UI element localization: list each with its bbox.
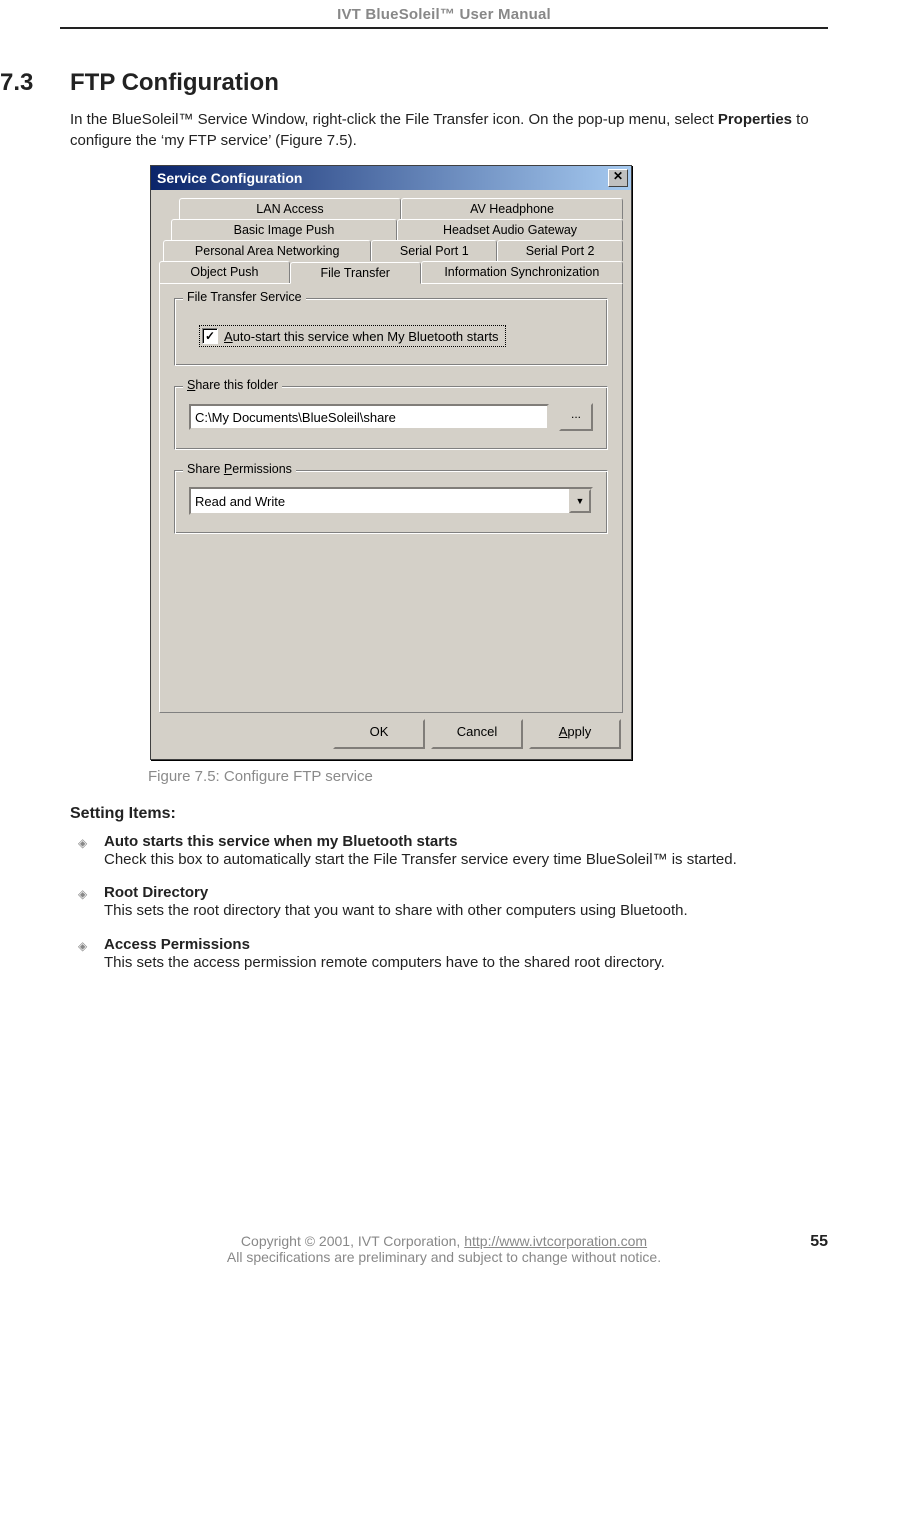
close-button[interactable]: ✕ [608, 169, 628, 187]
service-config-dialog: Service Configuration ✕ LAN Access AV He… [150, 165, 632, 760]
permissions-combo[interactable]: Read and Write ▼ [189, 487, 593, 515]
item-title: Auto starts this service when my Bluetoo… [104, 833, 737, 850]
tab-basic-image-push[interactable]: Basic Image Push [171, 219, 397, 240]
permissions-value: Read and Write [191, 489, 569, 513]
item-title: Access Permissions [104, 936, 665, 953]
item-title: Root Directory [104, 884, 688, 901]
perm-legend: Share Permissions [183, 462, 296, 476]
list-item: ◈ Access Permissions This sets the acces… [78, 936, 828, 973]
intro-text-1: In the BlueSoleil™ Service Window, right… [70, 111, 718, 128]
tab-info-sync[interactable]: Information Synchronization [421, 261, 623, 283]
settings-list: ◈ Auto starts this service when my Bluet… [78, 833, 828, 973]
section-title: FTP Configuration [70, 69, 279, 97]
apply-button[interactable]: Apply [529, 719, 621, 749]
browse-button[interactable]: ... [559, 403, 593, 431]
bullet-icon: ◈ [78, 833, 90, 870]
tab-pan[interactable]: Personal Area Networking [163, 240, 371, 261]
dialog-body: LAN Access AV Headphone Basic Image Push… [151, 190, 631, 759]
tab-av-headphone[interactable]: AV Headphone [401, 198, 623, 219]
dialog-buttons: OK Cancel Apply [159, 713, 623, 751]
autostart-row[interactable]: ✓ Auto-start this service when My Blueto… [199, 325, 506, 347]
intro-bold: Properties [718, 111, 792, 128]
group-share-permissions: Share Permissions Read and Write ▼ [174, 470, 608, 534]
tab-panel: File Transfer Service ✓ Auto-start this … [159, 283, 623, 713]
list-item: ◈ Root Directory This sets the root dire… [78, 884, 828, 921]
dialog-title: Service Configuration [157, 170, 608, 186]
tab-lan-access[interactable]: LAN Access [179, 198, 401, 219]
dialog-titlebar: Service Configuration ✕ [151, 166, 631, 190]
tab-serial-2[interactable]: Serial Port 2 [497, 240, 623, 261]
group-file-transfer-service: File Transfer Service ✓ Auto-start this … [174, 298, 608, 366]
bullet-icon: ◈ [78, 884, 90, 921]
settings-heading: Setting Items: [70, 805, 828, 823]
footer-disclaimer: All specifications are preliminary and s… [60, 1249, 828, 1265]
tab-serial-1[interactable]: Serial Port 1 [371, 240, 497, 261]
item-body: Check this box to automatically start th… [104, 850, 737, 870]
figure-caption: Figure 7.5: Configure FTP service [148, 768, 828, 785]
tab-object-push[interactable]: Object Push [159, 261, 290, 283]
copyright-text: Copyright © 2001, IVT Corporation, [241, 1233, 464, 1249]
tab-headset-audio-gateway[interactable]: Headset Audio Gateway [397, 219, 623, 240]
doc-header: IVT BlueSoleil™ User Manual [0, 0, 888, 27]
item-body: This sets the root directory that you wa… [104, 901, 688, 921]
group-share-folder: Share this folder C:\My Documents\BlueSo… [174, 386, 608, 450]
tabs-container: LAN Access AV Headphone Basic Image Push… [159, 198, 623, 283]
autostart-label: Auto-start this service when My Bluetoot… [224, 329, 499, 344]
page-number: 55 [810, 1233, 828, 1251]
bullet-icon: ◈ [78, 936, 90, 973]
group-main-legend: File Transfer Service [183, 290, 306, 304]
share-legend: Share this folder [183, 378, 282, 392]
list-item: ◈ Auto starts this service when my Bluet… [78, 833, 828, 870]
item-body: This sets the access permission remote c… [104, 953, 665, 973]
intro-paragraph: In the BlueSoleil™ Service Window, right… [70, 109, 828, 151]
tab-file-transfer[interactable]: File Transfer [290, 262, 421, 284]
ok-button[interactable]: OK [333, 719, 425, 749]
page-footer: Copyright © 2001, IVT Corporation, http:… [0, 1233, 888, 1285]
footer-link[interactable]: http://www.ivtcorporation.com [464, 1233, 647, 1249]
section-number: 7.3 [0, 69, 70, 97]
autostart-checkbox[interactable]: ✓ [202, 328, 218, 344]
cancel-button[interactable]: Cancel [431, 719, 523, 749]
chevron-down-icon[interactable]: ▼ [569, 489, 591, 513]
section-heading: 7.3 FTP Configuration [0, 69, 828, 97]
share-folder-input[interactable]: C:\My Documents\BlueSoleil\share [189, 404, 549, 430]
